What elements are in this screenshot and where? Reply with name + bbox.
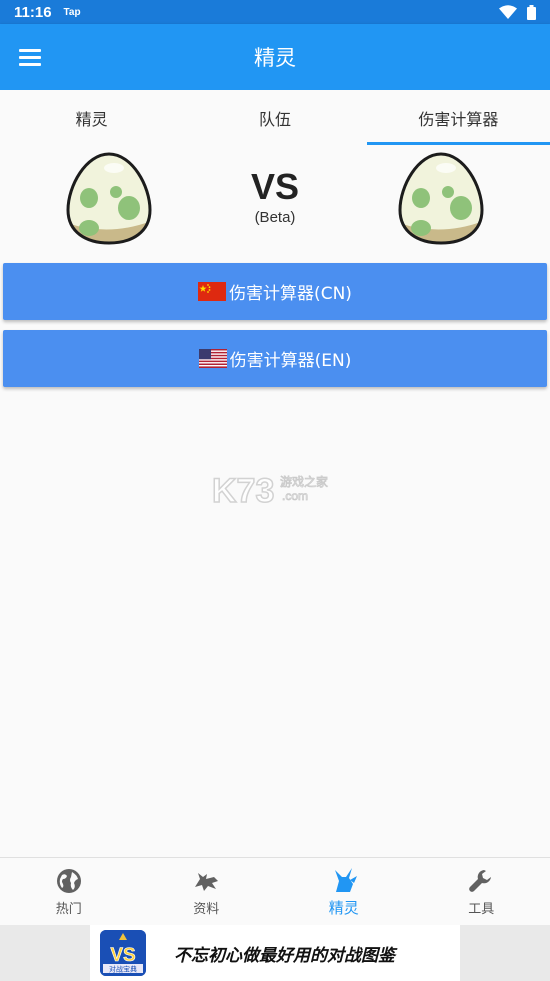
hamburger-menu-icon[interactable] (14, 43, 46, 71)
dragon-icon (195, 872, 219, 891)
status-time: 11:16 (14, 3, 52, 21)
beta-label: (Beta) (254, 209, 296, 226)
nav-item-tools[interactable]: 工具 (413, 858, 550, 925)
tab-bar: 精灵 队伍 伤害计算器 (0, 90, 550, 145)
bottom-navigation: 热门 资料 精灵 工具 (0, 857, 550, 925)
battery-icon (527, 4, 536, 20)
nav-item-data[interactable]: 资料 (138, 858, 276, 925)
damage-calculator-en-label: 伤害计算器(EN) (229, 351, 352, 371)
vs-label: VS (250, 166, 300, 207)
damage-calculator-cn-label: 伤害计算器(CN) (229, 284, 352, 304)
tab-damage-calculator[interactable]: 伤害计算器 (366, 90, 550, 145)
k73-logo-icon: K73 游戏之家 .com (211, 471, 328, 511)
ad-logo-subtext: 对战宝典 (109, 965, 137, 974)
damage-calculator-en-button[interactable]: 伤害计算器(EN) (3, 330, 547, 387)
ad-banner: VS 对战宝典 不忘初心做最好用的对战图鉴 (0, 925, 550, 981)
ad-banner-content[interactable]: VS 对战宝典 不忘初心做最好用的对战图鉴 (90, 925, 460, 981)
watermark-text1: 游戏之家 (280, 474, 328, 489)
battle-preview: VS (Beta) (0, 145, 550, 255)
vs-label-group: VS (Beta) (225, 166, 325, 227)
nav-item-hot[interactable]: 热门 (0, 858, 138, 925)
app-bar: 精灵 (0, 24, 550, 90)
left-pokemon-egg-icon[interactable] (64, 150, 154, 246)
watermark-logo: K73 (212, 472, 274, 510)
status-bar: 11:16 Tap (0, 0, 550, 24)
wrench-icon (469, 869, 492, 892)
china-flag-icon (198, 282, 227, 301)
k73-watermark: K73 游戏之家 .com (211, 470, 342, 511)
wifi-icon (499, 5, 517, 19)
nav-label-tools: 工具 (468, 901, 495, 917)
status-tap-tag: Tap (63, 6, 81, 18)
tab-team[interactable]: 队伍 (183, 90, 366, 145)
nav-label-pokemon: 精灵 (328, 898, 359, 917)
nav-label-hot: 热门 (55, 901, 82, 917)
nav-item-pokemon[interactable]: 精灵 (275, 858, 413, 925)
tab-pokemon[interactable]: 精灵 (0, 90, 183, 145)
ad-logo-text: VS (110, 945, 135, 966)
pikachu-icon (334, 867, 357, 892)
damage-calculator-cn-button[interactable]: 伤害计算器(CN) (3, 263, 547, 320)
nav-label-data: 资料 (193, 901, 220, 917)
vs-app-logo: VS 对战宝典 (100, 930, 146, 976)
page-title: 精灵 (254, 46, 296, 70)
ad-banner-text: 不忘初心做最好用的对战图鉴 (174, 945, 395, 966)
usa-flag-icon (198, 349, 227, 368)
watermark-text2: .com (282, 489, 308, 503)
globe-icon (56, 868, 81, 893)
right-pokemon-egg-icon[interactable] (396, 150, 486, 246)
